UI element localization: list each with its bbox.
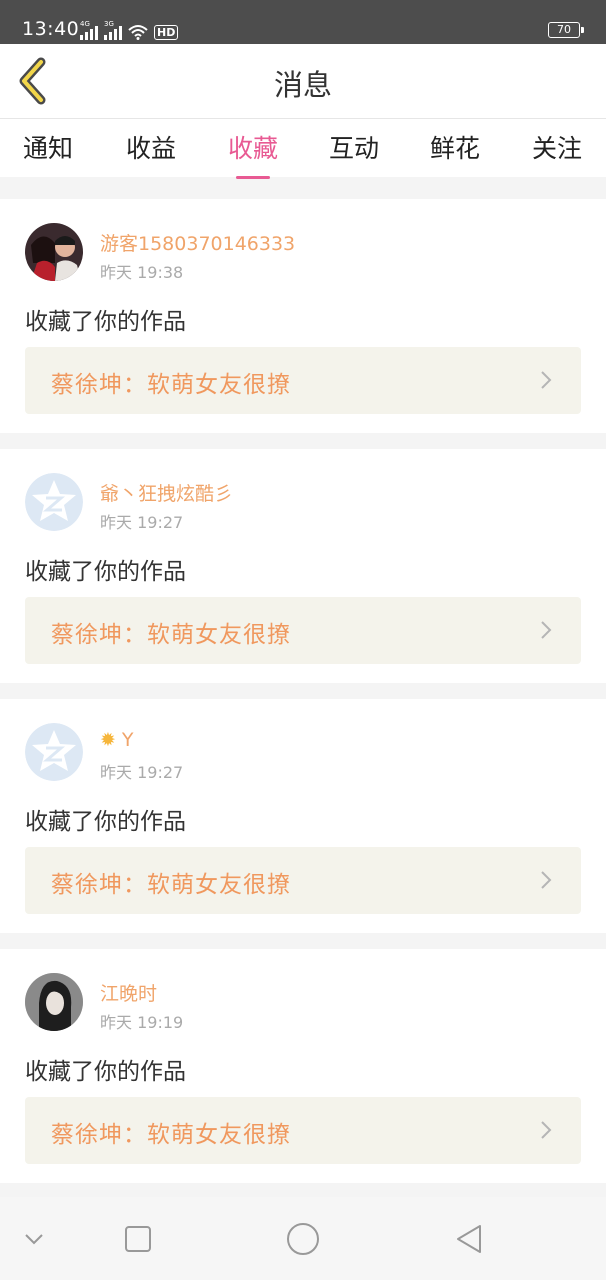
- username[interactable]: ✹ Y: [100, 729, 134, 751]
- status-icons: 4G 3G HD: [80, 20, 179, 40]
- username[interactable]: 江晚时: [100, 979, 157, 1006]
- tab-label: 收益: [125, 134, 177, 163]
- chevron-right-icon: [541, 621, 552, 639]
- default-avatar-icon[interactable]: [25, 473, 83, 531]
- tab-label: 通知: [22, 134, 74, 163]
- timestamp: 昨天 19:19: [100, 1013, 184, 1032]
- signal-3g-icon: 3G: [104, 20, 122, 40]
- network-3g-label: 3G: [104, 20, 114, 28]
- user-avatar[interactable]: [25, 223, 83, 281]
- wifi-icon: [128, 25, 148, 40]
- tab-label: 关注: [531, 134, 583, 163]
- circle-icon[interactable]: [283, 1219, 323, 1259]
- message-card: 江晚时 昨天 19:19 收藏了你的作品 蔡徐坤：软萌女友很撩: [0, 949, 606, 1183]
- triangle-back-icon[interactable]: [448, 1219, 488, 1259]
- tab-favorites[interactable]: 收藏: [227, 129, 279, 179]
- chevron-down-icon[interactable]: [14, 1219, 54, 1259]
- timestamp: 昨天 19:27: [100, 513, 184, 532]
- tab-flowers[interactable]: 鲜花: [430, 129, 480, 165]
- hd-icon: HD: [154, 25, 179, 40]
- work-title: 蔡徐坤：软萌女友很撩: [51, 372, 291, 398]
- tab-follows[interactable]: 关注: [532, 129, 582, 165]
- battery-level: 70: [557, 23, 571, 36]
- message-card: 游客1580370146333 昨天 19:38 收藏了你的作品 蔡徐坤：软萌女…: [0, 199, 606, 433]
- tab-interactions[interactable]: 互动: [329, 129, 379, 165]
- work-title: 蔡徐坤：软萌女友很撩: [51, 1122, 291, 1148]
- default-avatar-icon[interactable]: [25, 723, 83, 781]
- chevron-right-icon: [541, 871, 552, 889]
- chevron-right-icon: [541, 371, 552, 389]
- work-link[interactable]: 蔡徐坤：软萌女友很撩: [25, 597, 581, 664]
- status-bar: 13:40 4G 3G HD 70: [0, 0, 606, 44]
- username[interactable]: 游客1580370146333: [100, 229, 295, 256]
- system-navbar: [0, 1197, 606, 1280]
- action-text: 收藏了你的作品: [25, 809, 186, 835]
- message-card: ✹ Y 昨天 19:27 收藏了你的作品 蔡徐坤：软萌女友很撩: [0, 699, 606, 933]
- timestamp: 昨天 19:38: [100, 263, 184, 282]
- chevron-right-icon: [541, 1121, 552, 1139]
- work-link[interactable]: 蔡徐坤：软萌女友很撩: [25, 347, 581, 414]
- active-tab-indicator: [235, 176, 270, 179]
- username[interactable]: 爺丶狂拽炫酷彡: [100, 479, 233, 506]
- tab-notifications[interactable]: 通知: [23, 129, 73, 165]
- square-icon[interactable]: [118, 1219, 158, 1259]
- tab-earnings[interactable]: 收益: [126, 129, 176, 165]
- tab-label: 互动: [328, 134, 380, 163]
- tab-label: 鲜花: [429, 134, 481, 163]
- user-avatar[interactable]: [25, 973, 83, 1031]
- message-list: 游客1580370146333 昨天 19:38 收藏了你的作品 蔡徐坤：软萌女…: [0, 199, 606, 1199]
- signal-4g-icon: 4G: [80, 20, 98, 40]
- timestamp: 昨天 19:27: [100, 763, 184, 782]
- work-link[interactable]: 蔡徐坤：软萌女友很撩: [25, 1097, 581, 1164]
- tab-label: 收藏: [227, 134, 279, 163]
- action-text: 收藏了你的作品: [25, 1059, 186, 1085]
- battery-icon: 70: [548, 22, 584, 38]
- status-time: 13:40: [22, 18, 80, 40]
- action-text: 收藏了你的作品: [25, 309, 186, 335]
- work-title: 蔡徐坤：软萌女友很撩: [51, 872, 291, 898]
- action-text: 收藏了你的作品: [25, 559, 186, 585]
- page-title: 消息: [273, 68, 332, 102]
- network-4g-label: 4G: [80, 20, 90, 28]
- header: 消息: [0, 44, 606, 119]
- sun-icon: ✹: [100, 729, 116, 751]
- work-title: 蔡徐坤：软萌女友很撩: [51, 622, 291, 648]
- tab-bar: 通知 收益 收藏 互动 鲜花 关注: [0, 119, 606, 179]
- message-card: 爺丶狂拽炫酷彡 昨天 19:27 收藏了你的作品 蔡徐坤：软萌女友很撩: [0, 449, 606, 683]
- work-link[interactable]: 蔡徐坤：软萌女友很撩: [25, 847, 581, 914]
- username-text: Y: [121, 729, 134, 751]
